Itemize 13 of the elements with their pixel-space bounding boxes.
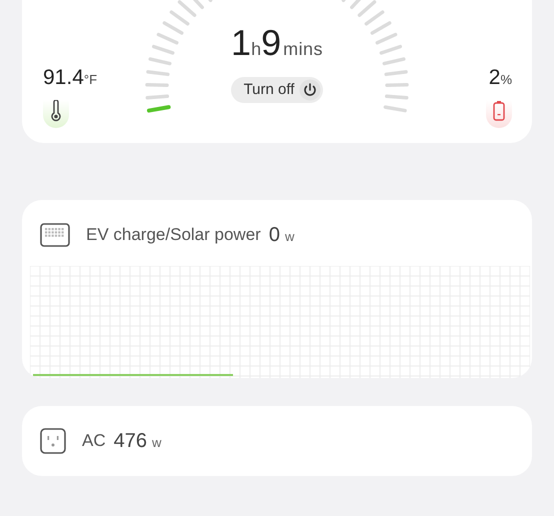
power-reading: 476 w (114, 429, 162, 454)
thermometer-icon (50, 100, 62, 122)
remaining-time: 1h9 mins (231, 25, 323, 63)
power-icon (299, 79, 322, 101)
turn-off-button[interactable]: Turn off (230, 77, 324, 103)
battery-icon (493, 100, 505, 122)
power-label: EV charge/Solar power (86, 224, 261, 246)
outlet-icon (40, 428, 66, 454)
temperature-reading: 91.4°F (43, 65, 98, 91)
power-label: AC (82, 430, 106, 452)
power-reading: 0 w (268, 223, 294, 248)
battery-percentage: 2% (488, 65, 512, 91)
solar-panel-icon (40, 223, 70, 247)
